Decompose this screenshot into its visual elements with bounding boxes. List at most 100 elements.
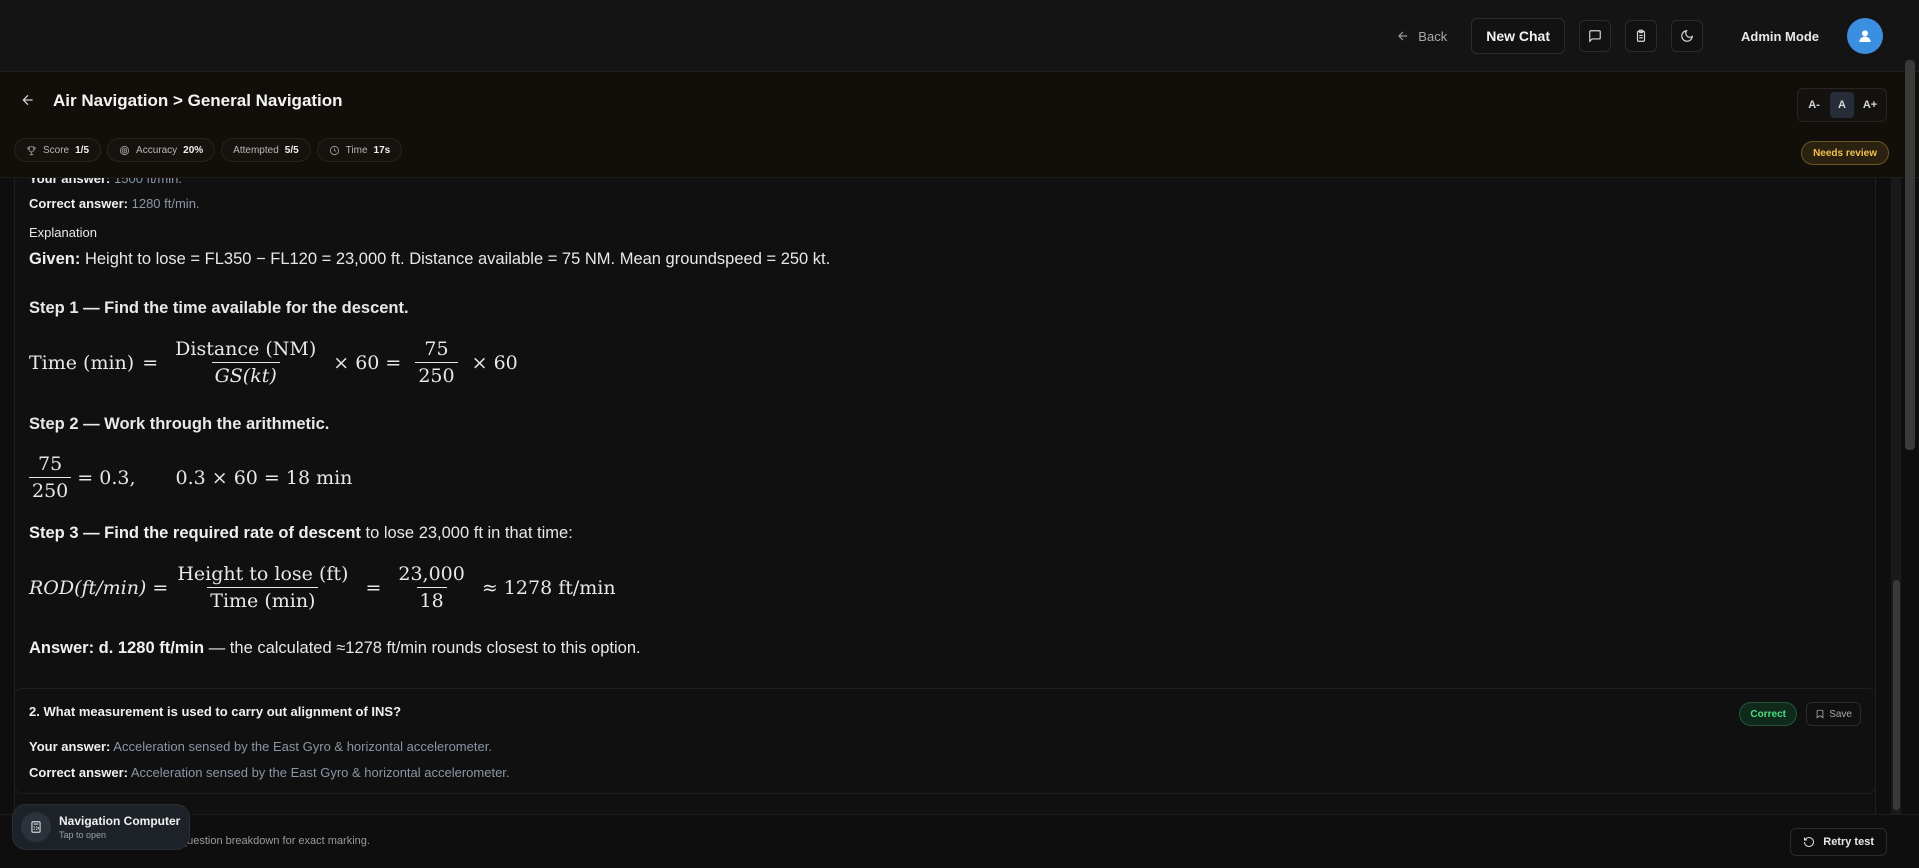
admin-mode-label[interactable]: Admin Mode: [1741, 29, 1819, 44]
eq1-denominator-1: GS(kt): [211, 362, 280, 387]
stat-time-value: 17s: [373, 144, 391, 156]
target-icon: [119, 145, 130, 155]
bookmark-icon: [1816, 709, 1824, 719]
q2-your-answer-label: Your answer:: [29, 739, 111, 754]
clock-icon: [329, 145, 339, 155]
arrow-left-icon: [22, 94, 33, 106]
q2-your-answer-value: Acceleration sensed by the East Gyro & h…: [113, 739, 492, 754]
top-bar-actions: Back New Chat Admin Mode: [1386, 18, 1883, 54]
eq3-equals: =: [365, 576, 382, 599]
equation-3: ROD(ft/min) = Height to lose (ft) Time (…: [29, 563, 624, 612]
step-1-heading: Step 1 — Find the time available for the…: [29, 299, 409, 317]
eq2-denominator: 250: [29, 477, 72, 502]
stat-attempted-label: Attempted: [233, 144, 279, 156]
step-2-heading: Step 2 — Work through the arithmetic.: [29, 415, 330, 433]
theme-toggle-button[interactable]: [1671, 20, 1703, 52]
arrow-left-icon: [1398, 31, 1408, 41]
eq3-fraction-1: Height to lose (ft) Time (min): [174, 563, 351, 612]
eq1-numerator-1: Distance (NM): [175, 338, 317, 360]
eq3-denominator-1: Time (min): [207, 587, 319, 612]
q2-correct-answer-row: Correct answer: Acceleration sensed by t…: [29, 765, 510, 780]
eq1-fraction-1: Distance (NM) GS(kt): [172, 338, 319, 387]
clipboard-button[interactable]: [1625, 20, 1657, 52]
eq3-lhs: ROD(ft/min) =: [29, 576, 169, 599]
answer-bold: Answer: d. 1280 ft/min: [29, 639, 205, 657]
equation-1: Time (min) = Distance (NM) GS(kt) × 60 =…: [29, 338, 526, 387]
save-button[interactable]: Save: [1806, 702, 1861, 726]
eq3-fraction-2: 23,000 18: [395, 563, 467, 612]
answer-rest: — the calculated ≈1278 ft/min rounds clo…: [204, 639, 641, 657]
step-3-heading: Step 3 — Find the required rate of desce…: [29, 524, 573, 543]
status-badge: Needs review: [1801, 141, 1889, 165]
stat-score: Score 1/5: [14, 138, 102, 162]
eq1-numerator-2: 75: [424, 338, 449, 360]
eq3-denominator-2: 18: [416, 587, 447, 612]
save-label: Save: [1829, 708, 1852, 720]
stat-time-label: Time: [345, 144, 368, 156]
eq1-equals: =: [142, 351, 159, 374]
stat-attempted: Attempted 5/5: [221, 138, 311, 162]
page-scrollbar[interactable]: [1905, 60, 1915, 450]
scrollbar-thumb[interactable]: [1893, 580, 1900, 810]
header-back-button[interactable]: [20, 92, 40, 112]
eq3-numerator-2: 23,000: [398, 563, 465, 585]
your-answer-value: 1500 ft/min.: [114, 178, 182, 186]
navigation-computer-title: Navigation Computer: [59, 814, 181, 828]
navigation-computer-widget[interactable]: Navigation Computer Tap to open: [12, 804, 190, 850]
results-header: Air Navigation > General Navigation A- A…: [0, 72, 1919, 178]
moon-icon: [1681, 30, 1693, 42]
correct-answer-label: Correct answer:: [29, 196, 128, 211]
explanation-label: Explanation: [29, 225, 97, 240]
eq1-denominator-2: 250: [415, 362, 458, 387]
eq2-calc: 0.3 × 60 = 18 min: [175, 466, 353, 489]
eq1-middle: × 60 =: [333, 351, 402, 374]
back-button[interactable]: Back: [1386, 23, 1457, 50]
eq3-tail: ≈ 1278 ft/min: [481, 576, 616, 599]
stat-score-value: 1/5: [75, 144, 90, 156]
q2-correct-answer-value: Acceleration sensed by the East Gyro & h…: [130, 765, 510, 780]
font-default-button[interactable]: A: [1830, 92, 1854, 118]
answer-row: Answer: d. 1280 ft/min — the calculated …: [29, 639, 641, 658]
stat-accuracy-label: Accuracy: [136, 144, 178, 156]
footer-bar: question breakdown for exact marking. Re…: [0, 814, 1919, 868]
navigation-computer-subtitle: Tap to open: [59, 830, 107, 840]
step-3-rest: to lose 23,000 ft in that time:: [360, 524, 573, 542]
font-size-controls: A- A A+: [1797, 88, 1887, 122]
stats-row: Score 1/5 Accuracy 20% Attempted 5/5 Tim…: [14, 138, 403, 162]
eq1-tail: × 60: [471, 351, 518, 374]
font-increase-button[interactable]: A+: [1858, 92, 1882, 118]
eq2-numerator: 75: [38, 453, 63, 475]
eq3-numerator-1: Height to lose (ft): [177, 563, 349, 585]
given-text: Height to lose = FL350 − FL120 = 23,000 …: [84, 250, 831, 268]
step-3-bold: Step 3 — Find the required rate of desce…: [29, 524, 361, 542]
chat-button[interactable]: [1579, 20, 1611, 52]
correct-answer-value: 1280 ft/min.: [131, 196, 200, 211]
stat-attempted-value: 5/5: [284, 144, 299, 156]
page-title: Air Navigation > General Navigation: [53, 91, 343, 110]
q2-your-answer-row: Your answer: Acceleration sensed by the …: [29, 739, 492, 754]
top-bar: Back New Chat Admin Mode: [0, 0, 1919, 72]
footer-note: question breakdown for exact marking.: [181, 835, 370, 847]
user-icon: [1859, 30, 1871, 42]
new-chat-button[interactable]: New Chat: [1471, 18, 1565, 54]
question-card-2: 2. What measurement is used to carry out…: [14, 688, 1876, 794]
q2-correct-answer-label: Correct answer:: [29, 765, 128, 780]
retry-label: Retry test: [1823, 836, 1874, 848]
stat-score-label: Score: [43, 144, 70, 156]
stat-accuracy-value: 20%: [183, 144, 204, 156]
given-row: Given: Height to lose = FL350 − FL120 = …: [29, 250, 830, 269]
font-decrease-button[interactable]: A-: [1802, 92, 1826, 118]
refresh-icon: [1804, 837, 1815, 847]
your-answer-row: Your answer: 1500 ft/min.: [29, 178, 182, 186]
calculator-icon: [21, 812, 51, 842]
eq2-result: = 0.3,: [77, 466, 136, 489]
stat-time: Time 17s: [316, 138, 403, 162]
stat-accuracy: Accuracy 20%: [107, 138, 216, 162]
back-label: Back: [1418, 28, 1448, 44]
avatar[interactable]: [1847, 18, 1883, 54]
given-label: Given:: [29, 250, 81, 268]
retry-test-button[interactable]: Retry test: [1790, 828, 1887, 856]
navigation-computer-text: Navigation Computer Tap to open: [59, 814, 180, 840]
correct-answer-row: Correct answer: 1280 ft/min.: [29, 196, 200, 211]
eq1-lhs: Time (min): [29, 351, 135, 374]
